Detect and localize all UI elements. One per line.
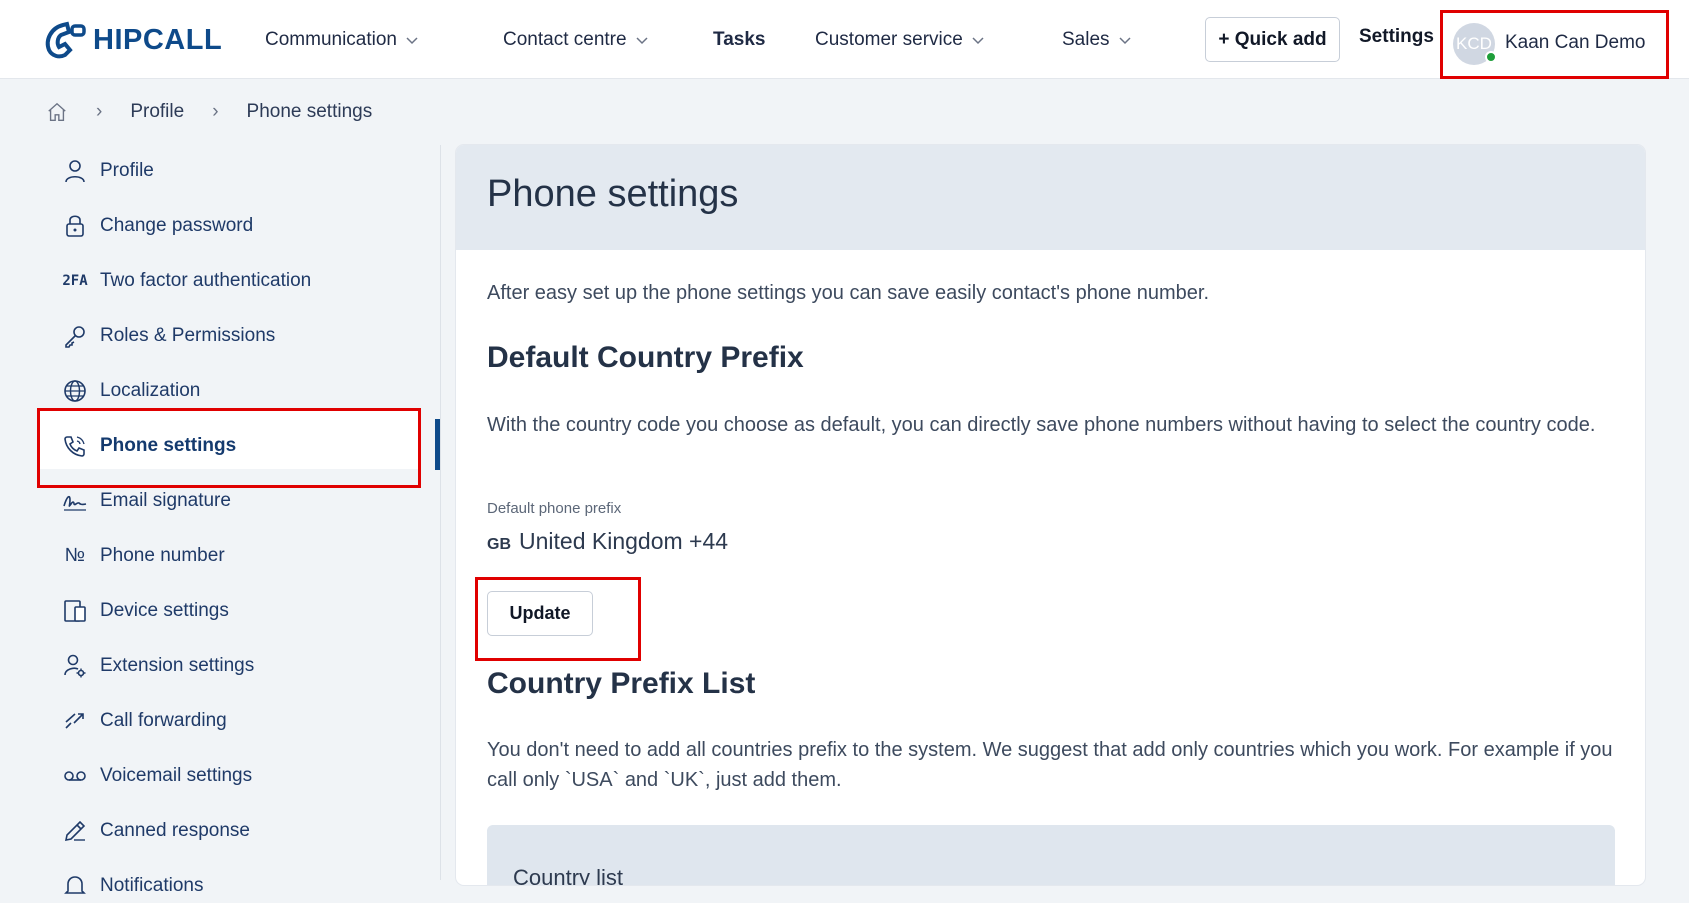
voicemail-icon bbox=[60, 761, 90, 791]
user-menu[interactable]: KCD Kaan Can Demo bbox=[1440, 10, 1669, 79]
key-icon bbox=[60, 321, 90, 351]
hipcall-logo[interactable]: HIPCALL bbox=[43, 20, 222, 60]
default-prefix-description: With the country code you choose as defa… bbox=[487, 414, 1596, 436]
quick-add-button[interactable]: + Quick add bbox=[1205, 17, 1340, 62]
default-prefix-label: Default phone prefix bbox=[487, 500, 622, 517]
nav-sales[interactable]: Sales bbox=[1062, 26, 1132, 54]
sidebar-divider bbox=[440, 145, 441, 880]
chevron-down-icon bbox=[406, 37, 418, 45]
sidebar-item-label: Two factor authentication bbox=[100, 270, 312, 291]
sidebar-item-phone-number[interactable]: № Phone number bbox=[60, 539, 225, 573]
sidebar-item-device-settings[interactable]: Device settings bbox=[60, 594, 229, 628]
sidebar-item-label: Voicemail settings bbox=[100, 765, 253, 786]
logo-phone-icon bbox=[45, 21, 86, 59]
sidebar-item-change-password[interactable]: Change password bbox=[60, 209, 253, 243]
sidebar-item-email-signature[interactable]: Email signature bbox=[60, 484, 231, 518]
nav-label: Tasks bbox=[713, 29, 766, 50]
sidebar-item-label: Roles & Permissions bbox=[100, 325, 276, 346]
chevron-right-icon: › bbox=[96, 101, 103, 122]
sidebar-item-voicemail-settings[interactable]: Voicemail settings bbox=[60, 759, 252, 793]
chevron-down-icon bbox=[636, 37, 648, 45]
user-name: Kaan Can Demo bbox=[1505, 32, 1646, 53]
user-gear-icon bbox=[60, 651, 90, 681]
nav-label: Sales bbox=[1062, 29, 1110, 50]
sidebar-item-label: Call forwarding bbox=[100, 710, 227, 731]
intro-text: After easy set up the phone settings you… bbox=[487, 282, 1210, 304]
nav-contact-centre[interactable]: Contact centre bbox=[503, 26, 649, 54]
2fa-icon: 2FA bbox=[62, 273, 88, 289]
chevron-down-icon bbox=[972, 37, 984, 45]
phone-settings-card: Phone settings After easy set up the pho… bbox=[456, 145, 1645, 885]
sidebar-item-roles[interactable]: Roles & Permissions bbox=[60, 319, 275, 353]
globe-icon bbox=[60, 376, 90, 406]
settings-sidebar: Profile Change password 2FA Two factor a… bbox=[0, 145, 440, 896]
numero-icon: № bbox=[64, 545, 86, 566]
page-title: Phone settings bbox=[487, 173, 739, 215]
online-status-dot bbox=[1485, 51, 1497, 63]
home-icon[interactable] bbox=[46, 101, 68, 123]
nav-tasks[interactable]: Tasks bbox=[713, 26, 765, 54]
sidebar-item-label: Canned response bbox=[100, 820, 250, 841]
nav-label: Communication bbox=[265, 29, 397, 50]
default-prefix-value: GB United Kingdom +44 bbox=[487, 528, 728, 555]
bell-icon bbox=[60, 871, 90, 901]
update-highlight bbox=[475, 577, 641, 661]
default-prefix-heading: Default Country Prefix bbox=[487, 341, 804, 374]
phone-settings-highlight bbox=[37, 408, 421, 488]
sidebar-item-label: Localization bbox=[100, 380, 201, 401]
breadcrumb-profile[interactable]: Profile bbox=[130, 101, 184, 123]
logo-text: HIPCALL bbox=[93, 23, 223, 56]
chevron-right-icon: › bbox=[212, 101, 219, 122]
sidebar-item-call-forwarding[interactable]: Call forwarding bbox=[60, 704, 227, 738]
sidebar-item-localization[interactable]: Localization bbox=[60, 374, 200, 408]
country-code: GB bbox=[487, 536, 511, 553]
sidebar-item-profile[interactable]: Profile bbox=[60, 154, 154, 188]
sidebar-item-label: Profile bbox=[100, 160, 154, 181]
breadcrumb: › Profile › Phone settings bbox=[46, 98, 372, 126]
nav-label: Contact centre bbox=[503, 29, 627, 50]
sidebar-item-label: Email signature bbox=[100, 490, 231, 511]
nav-label: Customer service bbox=[815, 29, 963, 50]
chevron-down-icon bbox=[1119, 37, 1131, 45]
prefix-list-description: You don't need to add all countries pref… bbox=[487, 739, 1613, 791]
sidebar-item-two-factor[interactable]: 2FA Two factor authentication bbox=[60, 264, 311, 298]
sidebar-item-notifications[interactable]: Notifications bbox=[60, 869, 204, 903]
pen-icon bbox=[60, 816, 90, 846]
signature-icon bbox=[60, 486, 90, 516]
forward-icon bbox=[60, 706, 90, 736]
sidebar-item-extension-settings[interactable]: Extension settings bbox=[60, 649, 254, 683]
sidebar-item-label: Phone number bbox=[100, 545, 225, 566]
sidebar-item-label: Change password bbox=[100, 215, 254, 236]
country-list-panel: Country list bbox=[487, 825, 1615, 885]
breadcrumb-phone-settings: Phone settings bbox=[246, 101, 373, 122]
nav-customer-service[interactable]: Customer service bbox=[815, 26, 985, 54]
sidebar-item-label: Notifications bbox=[100, 875, 204, 896]
sidebar-item-label: Extension settings bbox=[100, 655, 255, 676]
sidebar-item-canned-response[interactable]: Canned response bbox=[60, 814, 250, 848]
devices-icon bbox=[60, 596, 90, 626]
settings-link[interactable]: Settings bbox=[1359, 26, 1434, 48]
user-icon bbox=[60, 156, 90, 186]
lock-icon bbox=[60, 211, 90, 241]
country-list-label: Country list bbox=[513, 865, 624, 885]
sidebar-item-label: Device settings bbox=[100, 600, 229, 621]
top-navbar: HIPCALL Communication Contact centre Tas… bbox=[0, 0, 1689, 79]
nav-communication[interactable]: Communication bbox=[265, 26, 419, 54]
prefix-list-heading: Country Prefix List bbox=[487, 667, 756, 700]
country-prefix-text: United Kingdom +44 bbox=[519, 528, 729, 554]
card-header: Phone settings bbox=[456, 145, 1645, 250]
